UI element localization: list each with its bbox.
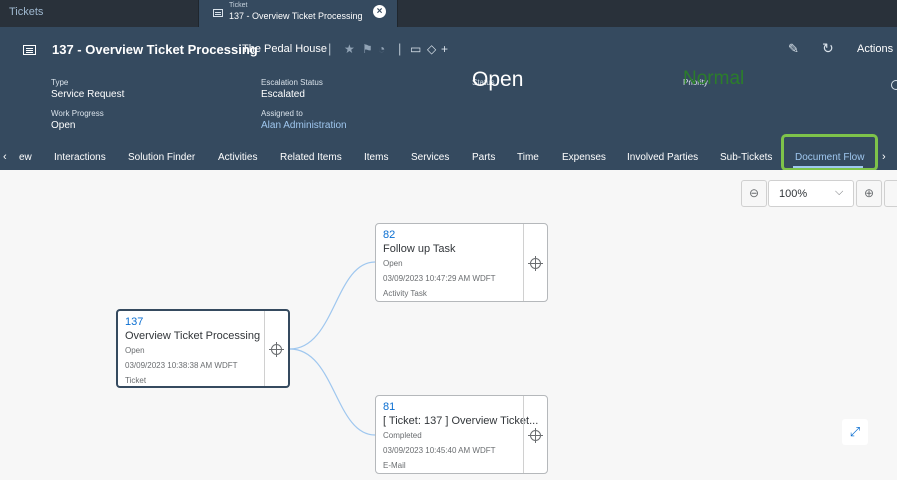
tab-time[interactable]: Time xyxy=(517,152,539,163)
type-field: Type Service Request xyxy=(51,78,124,100)
work-progress-field: Work Progress Open xyxy=(51,109,104,131)
flag-icon[interactable]: ⚑ xyxy=(362,42,373,56)
chat-icon[interactable]: ▭ xyxy=(410,42,421,56)
document-tab-type: Ticket xyxy=(229,2,248,9)
document-tab-title: 137 - Overview Ticket Processing xyxy=(229,11,363,21)
locate-button[interactable] xyxy=(523,396,547,473)
status-value: Open xyxy=(472,68,524,91)
crosshair-icon xyxy=(528,428,543,443)
actions-button[interactable]: Actions xyxy=(857,43,893,55)
node-date: 03/09/2023 10:38:38 AM WDFT xyxy=(125,361,238,370)
refresh-icon[interactable]: ↻ xyxy=(822,40,834,57)
node-type: Activity Task xyxy=(383,289,427,298)
node-status: Completed xyxy=(383,431,422,440)
page-title: 137 - Overview Ticket Processing xyxy=(52,42,258,57)
app-tab-tickets[interactable]: Tickets xyxy=(9,6,43,18)
crosshair-icon xyxy=(528,256,543,271)
tab-involved-parties[interactable]: Involved Parties xyxy=(627,152,698,163)
account-link[interactable]: The Pedal House xyxy=(242,43,327,55)
escalation-value: Escalated xyxy=(261,89,305,100)
assigned-link[interactable]: Alan Administration xyxy=(261,120,347,131)
object-header: 137 - Overview Ticket Processing The Ped… xyxy=(0,27,897,147)
tab-related-items[interactable]: Related Items xyxy=(280,152,342,163)
tag-icon[interactable]: ◇ xyxy=(427,42,436,56)
close-tab-icon[interactable]: × xyxy=(373,5,386,18)
work-progress-label: Work Progress xyxy=(51,109,104,118)
node-type: Ticket xyxy=(125,376,147,385)
scroll-left-icon[interactable]: ‹ xyxy=(3,151,7,163)
info-icon[interactable] xyxy=(891,80,897,90)
tab-interactions[interactable]: Interactions xyxy=(54,152,106,163)
escalation-field: Escalation Status Escalated xyxy=(261,78,323,100)
flow-node-81[interactable]: 81 [ Ticket: 137 ] Overview Ticket... Co… xyxy=(375,395,548,474)
tab-parts[interactable]: Parts xyxy=(472,152,495,163)
locate-button[interactable] xyxy=(264,311,288,386)
assigned-field: Assigned to Alan Administration xyxy=(261,109,347,131)
node-status: Open xyxy=(125,346,145,355)
tab-expenses[interactable]: Expenses xyxy=(562,152,606,163)
type-label: Type xyxy=(51,78,69,87)
add-icon[interactable]: + xyxy=(441,42,448,56)
scroll-right-icon[interactable]: › xyxy=(882,151,886,163)
zoom-reset-button[interactable] xyxy=(884,180,897,207)
type-value: Service Request xyxy=(51,89,125,100)
locate-button[interactable] xyxy=(523,224,547,301)
escalation-label: Escalation Status xyxy=(261,78,323,87)
node-date: 03/09/2023 10:45:40 AM WDFT xyxy=(383,446,496,455)
app-tab-bar: Tickets Ticket 137 - Overview Ticket Pro… xyxy=(0,0,897,27)
zoom-value: 100% xyxy=(779,188,808,200)
node-title: Overview Ticket Processing xyxy=(125,330,261,342)
node-date: 03/09/2023 10:47:29 AM WDFT xyxy=(383,274,496,283)
tab-items[interactable]: Items xyxy=(364,152,388,163)
flow-node-root[interactable]: 137 Overview Ticket Processing Open 03/0… xyxy=(116,309,290,388)
tab-activities[interactable]: Activities xyxy=(218,152,257,163)
node-status: Open xyxy=(383,259,403,268)
work-progress-value: Open xyxy=(51,120,76,131)
assigned-label: Assigned to xyxy=(261,109,303,118)
star-icon[interactable]: ★ xyxy=(344,42,355,56)
document-tab[interactable]: Ticket 137 - Overview Ticket Processing … xyxy=(198,0,398,27)
divider: | xyxy=(328,41,332,56)
ticket-icon xyxy=(213,9,223,17)
tab-sub-tickets[interactable]: Sub-Tickets xyxy=(720,152,772,163)
tab-solution-finder[interactable]: Solution Finder xyxy=(128,152,195,163)
flow-node-82[interactable]: 82 Follow up Task Open 03/09/2023 10:47:… xyxy=(375,223,548,302)
tab-services[interactable]: Services xyxy=(411,152,449,163)
node-title: Follow up Task xyxy=(383,243,456,255)
edit-icon[interactable]: ✎ xyxy=(788,41,799,57)
section-tab-bar: ‹ ew Interactions Solution Finder Activi… xyxy=(0,147,897,170)
zoom-select[interactable]: 100% ⌵ xyxy=(768,180,854,207)
node-id[interactable]: 81 xyxy=(383,401,538,414)
node-title: [ Ticket: 137 ] Overview Ticket... xyxy=(383,415,539,427)
node-type: E-Mail xyxy=(383,461,406,470)
tab-overview[interactable]: ew xyxy=(19,152,32,163)
document-flow-highlight xyxy=(781,134,878,171)
feed-icon[interactable]: ◔ xyxy=(378,42,385,56)
node-id[interactable]: 82 xyxy=(383,229,496,242)
zoom-in-button[interactable]: ⊕ xyxy=(856,180,882,207)
zoom-out-button[interactable]: ⊖ xyxy=(741,180,767,207)
crosshair-icon xyxy=(269,342,284,357)
divider: | xyxy=(398,41,402,56)
chevron-down-icon: ⌵ xyxy=(835,186,844,198)
ticket-object-icon xyxy=(23,45,36,55)
fullscreen-icon[interactable]: ⤢ xyxy=(842,419,868,445)
priority-value: Normal xyxy=(683,68,745,89)
node-id[interactable]: 137 xyxy=(125,316,260,329)
